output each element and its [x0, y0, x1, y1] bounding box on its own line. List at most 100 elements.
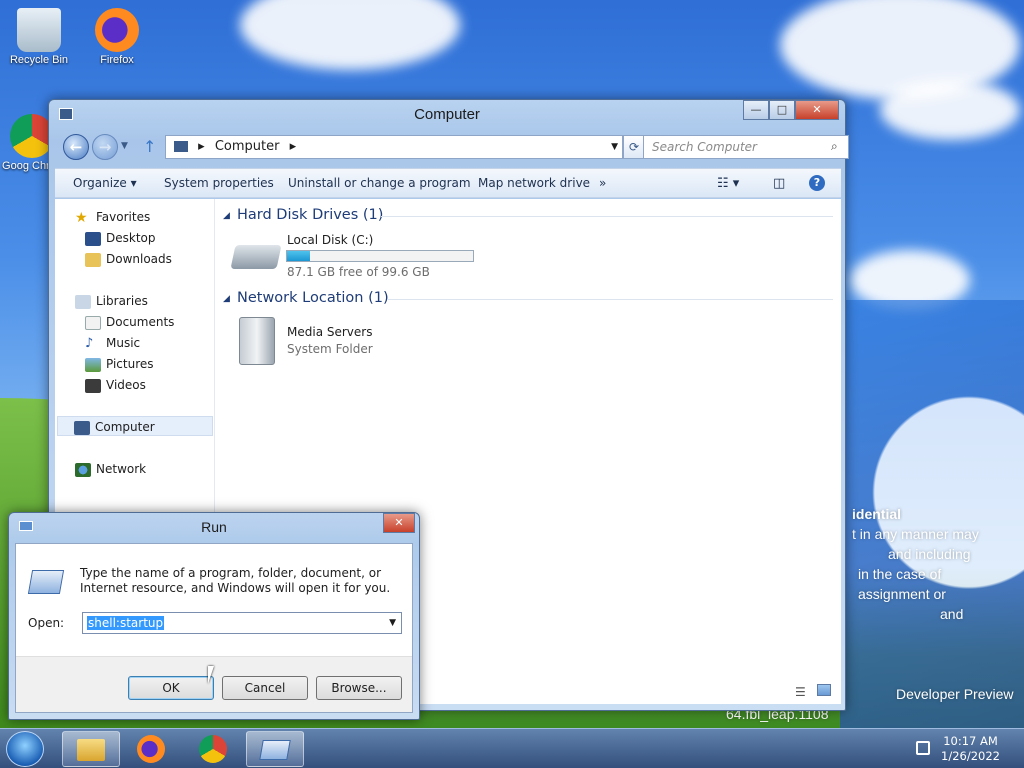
- system-properties-button[interactable]: System properties: [164, 176, 274, 190]
- media-server-icon: [239, 317, 275, 365]
- nav-network[interactable]: Network: [75, 459, 146, 479]
- firefox-icon: [95, 8, 139, 52]
- hard-disk-icon: [230, 245, 282, 269]
- taskbar-firefox-button[interactable]: [122, 731, 180, 767]
- videos-icon: [85, 378, 101, 393]
- minimize-button[interactable]: —: [743, 100, 769, 120]
- chrome-icon: [199, 735, 227, 763]
- details-view-icon[interactable]: ☰: [795, 685, 806, 699]
- taskbar: 10:17 AM 1/26/2022: [0, 728, 1024, 768]
- documents-icon: [85, 315, 101, 330]
- start-button[interactable]: [6, 731, 44, 767]
- wallpaper-text: idential: [852, 506, 902, 522]
- recycle-bin-icon: [17, 8, 61, 52]
- drive-free-space: 87.1 GB free of 99.6 GB: [287, 265, 430, 279]
- cloud: [880, 80, 1020, 140]
- firefox-icon: [137, 735, 165, 763]
- nav-desktop[interactable]: Desktop: [85, 228, 156, 248]
- firefox-shortcut[interactable]: Firefox: [82, 8, 152, 66]
- firefox-label: Firefox: [100, 54, 134, 66]
- change-view-icon[interactable]: ☷ ▾: [717, 176, 739, 191]
- downloads-folder-icon: [85, 252, 101, 267]
- search-icon[interactable]: ⌕: [831, 139, 838, 154]
- open-input-text[interactable]: shell:startup: [87, 616, 165, 630]
- nav-pictures[interactable]: Pictures: [85, 354, 154, 374]
- network-icon: [75, 462, 91, 477]
- desktop-icon: [85, 231, 101, 246]
- mouse-cursor: [208, 666, 214, 684]
- command-bar: Organize ▾ System properties Uninstall o…: [55, 168, 841, 198]
- libraries-icon: [75, 294, 91, 309]
- open-dropdown-icon[interactable]: ▼: [389, 613, 396, 633]
- more-commands-button[interactable]: »: [599, 176, 606, 190]
- recycle-bin-label: Recycle Bin: [9, 54, 69, 66]
- recycle-bin-shortcut[interactable]: Recycle Bin: [4, 8, 74, 66]
- window-title: Computer: [414, 106, 480, 123]
- drive-item[interactable]: Local Disk (C:) 87.1 GB free of 99.6 GB: [230, 231, 474, 283]
- large-icons-view-icon[interactable]: [817, 684, 831, 696]
- help-icon[interactable]: ?: [809, 175, 825, 191]
- map-network-drive-button[interactable]: Map network drive: [478, 176, 590, 190]
- star-icon: ★: [75, 209, 88, 226]
- network-item-name: Media Servers: [287, 325, 373, 339]
- recent-pages-dropdown-icon[interactable]: ▼: [121, 141, 128, 151]
- nav-music[interactable]: ♪ Music: [85, 333, 140, 353]
- wallpaper-text: Developer Preview: [896, 686, 1014, 702]
- uninstall-program-button[interactable]: Uninstall or change a program: [288, 176, 471, 190]
- refresh-icon[interactable]: ⟳: [623, 135, 645, 159]
- browse-button[interactable]: Browse...: [316, 676, 402, 700]
- group-header-network-location[interactable]: Network Location (1): [237, 290, 389, 306]
- run-body: Type the name of a program, folder, docu…: [15, 543, 413, 713]
- clock-time: 10:17 AM: [943, 734, 998, 748]
- forward-button[interactable]: →: [92, 134, 118, 160]
- organize-button[interactable]: Organize ▾: [73, 176, 137, 190]
- nav-videos[interactable]: Videos: [85, 375, 146, 395]
- ok-button[interactable]: OK: [128, 676, 214, 700]
- back-button[interactable]: ←: [63, 134, 89, 160]
- open-label: Open:: [28, 616, 65, 630]
- open-combobox[interactable]: shell:startup ▼: [82, 612, 402, 634]
- explorer-folder-icon: [77, 739, 105, 761]
- maximize-button[interactable]: □: [769, 100, 795, 120]
- group-divider: [387, 299, 833, 300]
- run-close-button[interactable]: ✕: [383, 513, 415, 533]
- computer-icon: [74, 420, 90, 435]
- nav-documents[interactable]: Documents: [85, 312, 174, 332]
- run-footer: OK Cancel Browse...: [16, 656, 412, 712]
- up-arrow-icon[interactable]: ↑: [143, 137, 156, 156]
- clock[interactable]: 10:17 AM 1/26/2022: [941, 734, 1000, 764]
- computer-icon: [174, 141, 188, 152]
- pictures-icon: [85, 357, 101, 372]
- wallpaper-text: and: [940, 606, 964, 622]
- run-description: Type the name of a program, folder, docu…: [80, 566, 391, 595]
- collapse-group-icon[interactable]: ◢: [223, 211, 230, 221]
- nav-favorites[interactable]: ★ Favorites: [75, 207, 150, 227]
- network-location-item[interactable]: Media Servers System Folder: [233, 315, 473, 367]
- nav-libraries[interactable]: Libraries: [75, 291, 148, 311]
- group-header-hard-disks[interactable]: Hard Disk Drives (1): [237, 207, 383, 223]
- address-separator[interactable]: ▸: [198, 139, 205, 154]
- taskbar-chrome-button[interactable]: [184, 731, 242, 767]
- preview-pane-icon[interactable]: ◫: [773, 176, 785, 191]
- drive-usage-fill: [287, 251, 311, 261]
- close-button[interactable]: ✕: [795, 100, 839, 120]
- taskbar-explorer-button[interactable]: [62, 731, 120, 767]
- music-icon: ♪: [85, 335, 94, 351]
- search-input[interactable]: Search Computer: [643, 135, 849, 159]
- taskbar-run-button[interactable]: [246, 731, 304, 767]
- address-bar[interactable]: ▸ Computer ▸ ▼: [165, 135, 623, 159]
- run-program-icon: [27, 570, 65, 594]
- drive-usage-bar: [286, 250, 474, 262]
- collapse-group-icon[interactable]: ◢: [223, 294, 230, 304]
- nav-downloads[interactable]: Downloads: [85, 249, 172, 269]
- nav-computer[interactable]: Computer: [57, 416, 213, 436]
- clock-date: 1/26/2022: [941, 749, 1000, 763]
- address-dropdown-icon[interactable]: ▼: [611, 136, 618, 158]
- wallpaper-text: and including: [888, 546, 971, 562]
- address-separator[interactable]: ▸: [290, 139, 297, 154]
- network-tray-icon[interactable]: [916, 741, 930, 755]
- run-dialog: Run ✕ Type the name of a program, folder…: [8, 512, 420, 720]
- cancel-button[interactable]: Cancel: [222, 676, 308, 700]
- address-path[interactable]: Computer: [215, 139, 280, 154]
- group-divider: [381, 216, 833, 217]
